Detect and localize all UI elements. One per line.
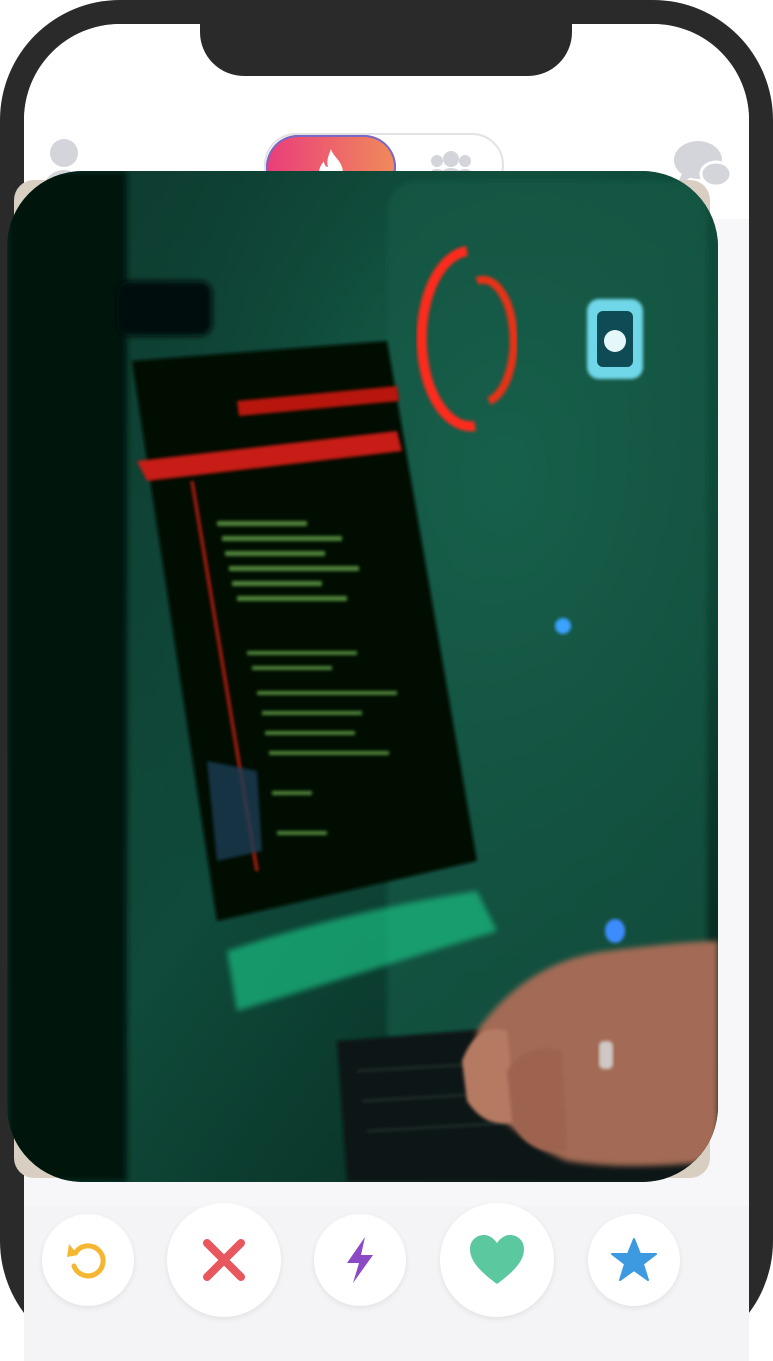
device-notch [200, 0, 572, 76]
lightning-icon [347, 1237, 373, 1283]
phone-frame [0, 0, 773, 1361]
rewind-icon [67, 1243, 106, 1279]
card-photo [7, 171, 718, 1182]
profile-card[interactable] [7, 171, 718, 1182]
heart-icon [470, 1235, 524, 1284]
star-icon [611, 1238, 657, 1281]
rewind-button[interactable] [42, 1214, 134, 1306]
nope-button[interactable] [167, 1203, 281, 1317]
like-button[interactable] [440, 1203, 554, 1317]
super-like-button[interactable] [588, 1214, 680, 1306]
boost-button[interactable] [314, 1214, 406, 1306]
close-icon [203, 1239, 245, 1281]
